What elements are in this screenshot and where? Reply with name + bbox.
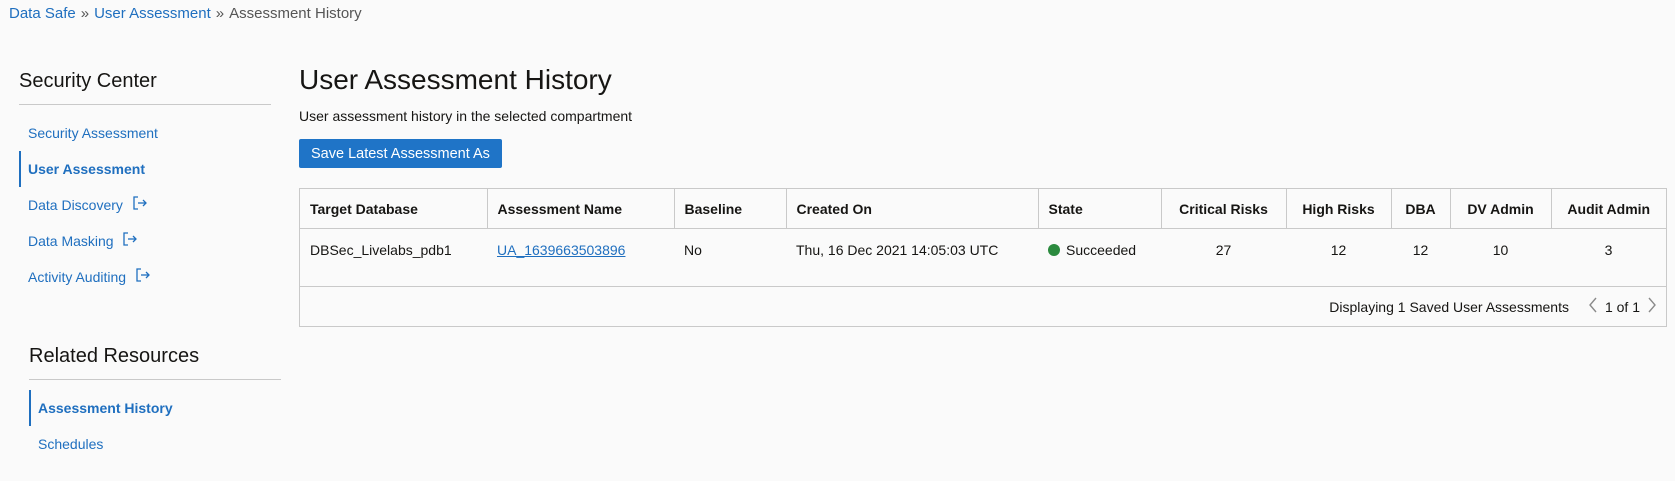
table-header-row: Target Database Assessment Name Baseline… [300,189,1666,229]
table-footer: Displaying 1 Saved User Assessments 1 of… [300,286,1666,326]
state-label: Succeeded [1066,241,1137,258]
cell-assessment-name-wrapper: UA_1639663503896 [487,229,674,287]
column-header-state[interactable]: State [1038,189,1162,229]
column-header-created-on[interactable]: Created On [786,189,1039,229]
result-count: Displaying 1 Saved User Assessments [1329,298,1569,315]
cell-high-risks: 12 [1330,241,1347,258]
page-indicator: 1 of 1 [1604,298,1640,315]
column-header-dv-admin[interactable]: DV Admin [1450,189,1552,229]
cell-created-on: Thu, 16 Dec 2021 14:05:03 UTC [796,241,999,258]
sidebar-item-label: Activity Auditing [28,269,127,285]
page-subtitle: User assessment history in the selected … [299,108,633,124]
breadcrumb-separator: » [215,5,225,22]
chevron-right-icon[interactable] [1646,296,1658,317]
column-header-critical-risks[interactable]: Critical Risks [1161,189,1287,229]
save-latest-assessment-button[interactable]: Save Latest Assessment As [299,139,502,168]
column-header-target-database[interactable]: Target Database [300,189,488,229]
cell-baseline: No [684,241,702,258]
sidebar-item-user-assessment[interactable]: User Assessment [19,151,271,187]
sidebar-item-data-discovery[interactable]: Data Discovery [19,187,271,223]
cell-dv-admin: 10 [1492,241,1509,258]
external-link-icon [132,188,148,224]
sidebar-divider [19,104,271,105]
sidebar-item-label: Assessment History [38,400,173,416]
column-header-dba[interactable]: DBA [1391,189,1451,229]
status-dot-icon [1048,243,1060,256]
cell-state: Succeeded [1038,229,1161,287]
table-row: DBSec_Livelabs_pdb1 UA_1639663503896 No … [300,229,1666,287]
sidebar-item-label: Data Discovery [28,197,123,213]
main-content: User Assessment History User assessment … [299,64,1667,327]
related-title: Related Resources [29,345,200,367]
external-link-icon [135,260,151,296]
column-header-high-risks[interactable]: High Risks [1286,189,1392,229]
external-link-icon [122,224,138,260]
sidebar-item-security-assessment[interactable]: Security Assessment [19,115,271,151]
sidebar-title: Security Center [19,70,157,92]
breadcrumb-current: Assessment History [229,5,362,22]
sidebar-item-schedules[interactable]: Schedules [29,426,281,462]
cell-audit-admin: 3 [1604,241,1613,258]
breadcrumb-user-assessment[interactable]: User Assessment [94,5,211,22]
related-divider [29,379,281,380]
breadcrumb-separator: » [80,5,90,22]
assessment-name-link[interactable]: UA_1639663503896 [497,242,625,258]
sidebar-item-label: Data Masking [28,233,114,249]
chevron-left-icon[interactable] [1587,296,1599,317]
cell-dba: 12 [1412,241,1429,258]
pagination: 1 of 1 [1587,296,1658,317]
sidebar-item-label: Schedules [38,436,104,452]
sidebar-item-assessment-history[interactable]: Assessment History [29,390,281,426]
column-header-audit-admin[interactable]: Audit Admin [1551,189,1666,229]
breadcrumb: Data Safe» User Assessment» Assessment His… [9,5,362,22]
sidebar-item-activity-auditing[interactable]: Activity Auditing [19,259,271,295]
cell-critical-risks: 27 [1215,241,1232,258]
sidebar-security-center: Security Center Security Assessment User… [19,70,271,295]
cell-target-database: DBSec_Livelabs_pdb1 [310,241,452,258]
assessment-history-table: Target Database Assessment Name Baseline… [299,188,1667,327]
sidebar-related-resources: Related Resources Assessment History Sch… [29,345,281,462]
breadcrumb-data-safe[interactable]: Data Safe [9,5,76,22]
column-header-assessment-name[interactable]: Assessment Name [487,189,675,229]
column-header-baseline[interactable]: Baseline [674,189,787,229]
sidebar-item-label: User Assessment [28,161,145,177]
sidebar-item-label: Security Assessment [28,125,158,141]
page-title: User Assessment History [299,64,612,95]
sidebar-item-data-masking[interactable]: Data Masking [19,223,271,259]
